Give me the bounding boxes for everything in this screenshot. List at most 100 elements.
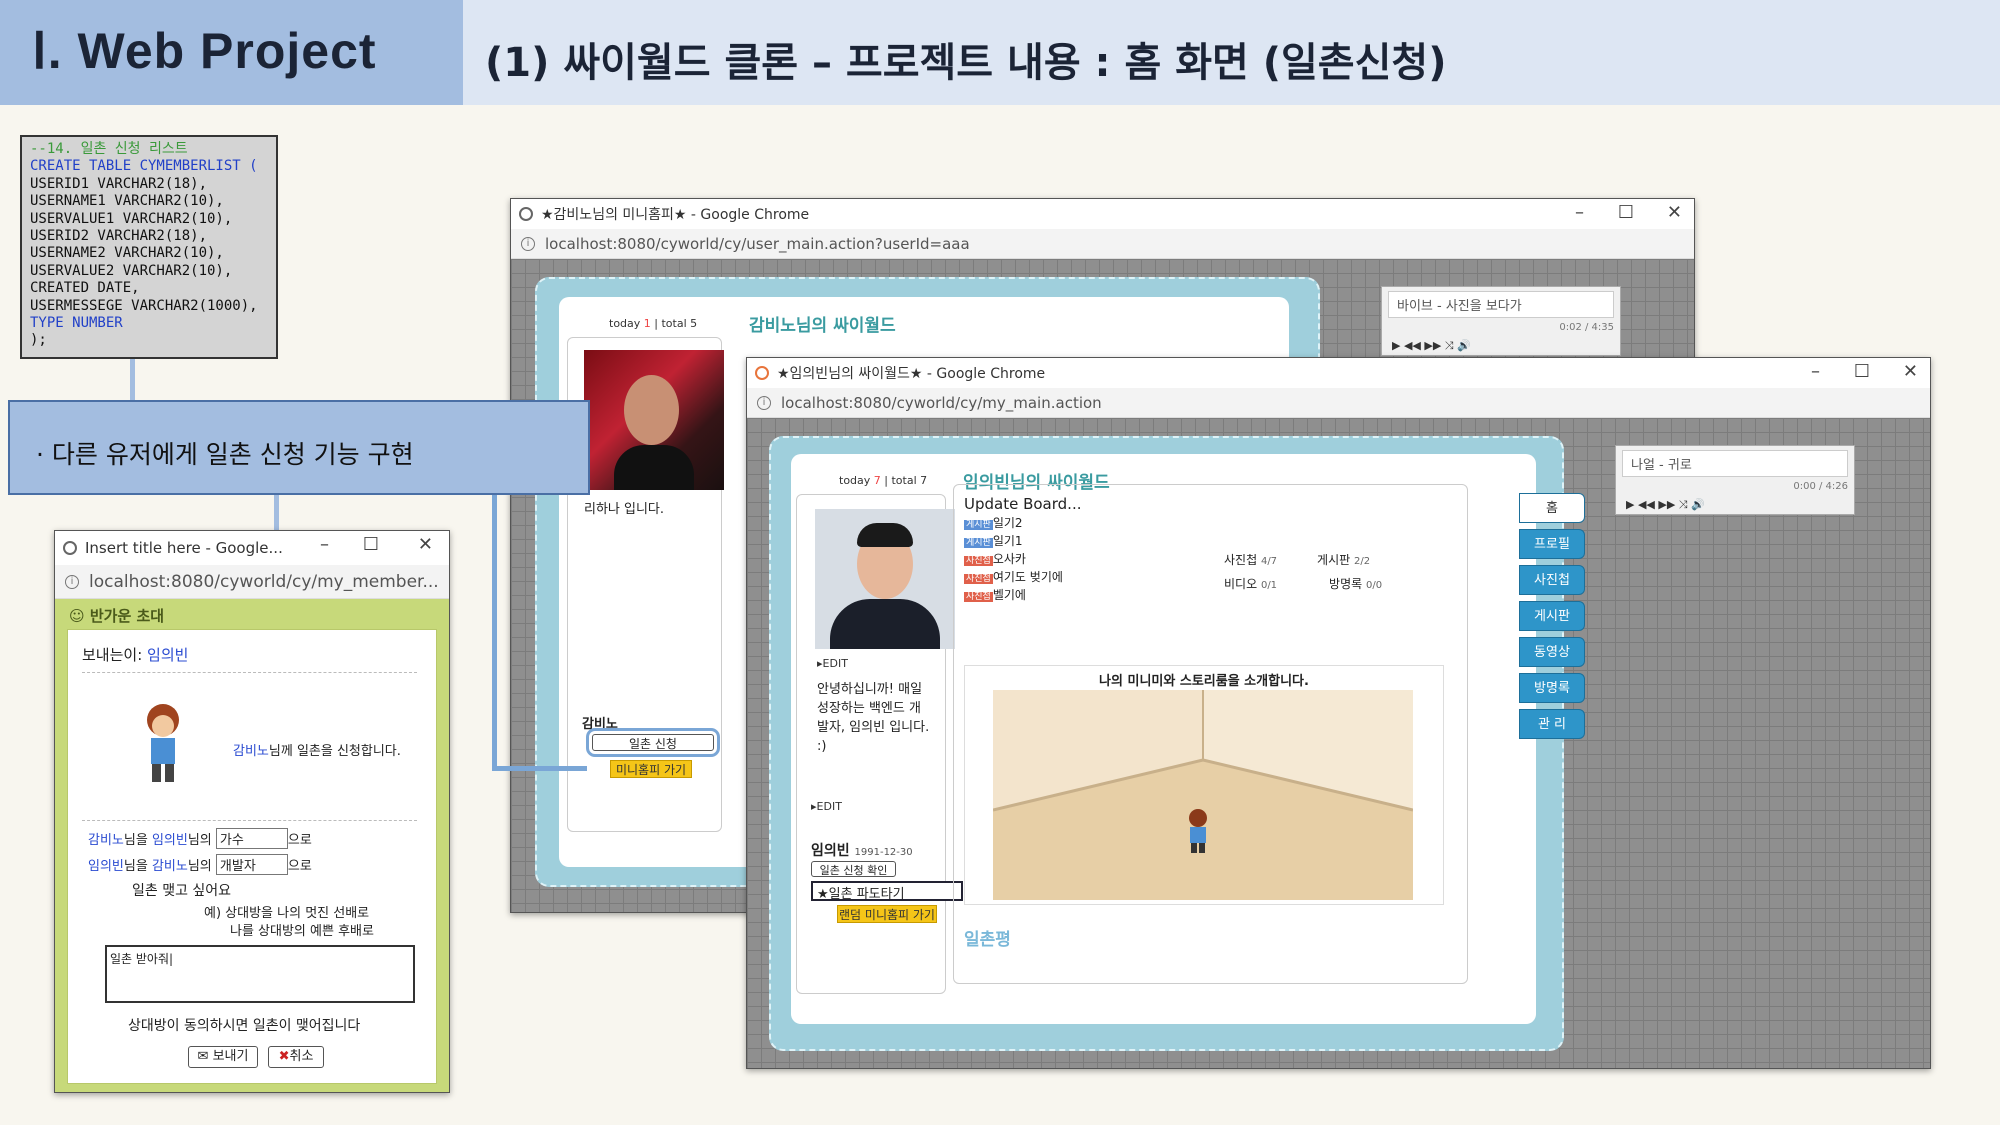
info-icon: i: [65, 574, 79, 589]
want-text: 일촌 맺고 싶어요: [132, 883, 232, 899]
song-time: 0:02 / 4:35: [1559, 322, 1614, 333]
example-line-1: 예) 상대방을 나의 멋진 선배로: [204, 906, 370, 921]
sql-line: USERMESSEGE VARCHAR2(1000),: [30, 297, 258, 314]
stats-grid: 사진첩 4/7 게시판 2/2 비디오 0/1 방명록 0/0: [1224, 553, 1383, 591]
close-button[interactable]: ✕: [418, 534, 433, 555]
minimi-avatar-icon: [147, 704, 179, 782]
profile-photo: [584, 350, 724, 490]
sql-line: USERVALUE2 VARCHAR2(10),: [30, 262, 233, 279]
divider: [82, 672, 417, 673]
relation-input-1[interactable]: 가수: [215, 828, 288, 849]
story-room-box: 나의 미니미와 스토리룸을 소개합니다.: [964, 665, 1444, 905]
ilchon-surf-select[interactable]: ★일촌 파도타기: [811, 881, 963, 902]
maximize-button[interactable]: ☐: [1618, 202, 1634, 223]
info-icon: i: [521, 236, 535, 251]
tab-profile[interactable]: 프로필: [1519, 529, 1585, 559]
music-player: 바이브 - 사진을 보다가 0:02 / 4:35 ▶ ◀◀ ▶▶ ⤨ 🔊: [1381, 286, 1621, 356]
miniroom-image: [993, 690, 1413, 900]
sql-line: USERID2 VARCHAR2(18),: [30, 228, 208, 245]
window-title: ★임의빈님의 싸이월드★ - Google Chrome: [777, 366, 1046, 382]
address-bar[interactable]: i localhost:8080/cyworld/cy/my_member...: [55, 565, 449, 599]
callout-pointer: [492, 766, 587, 771]
callout-text: · 다른 유저에게 일촌 신청 기능 구현: [36, 440, 414, 469]
relation-row-2: 임의빈님을 감비노님의 개발자 으로: [88, 854, 312, 875]
minihompy-go-button[interactable]: 미니홈피 가기: [610, 760, 692, 778]
tab-board[interactable]: 게시판: [1519, 601, 1585, 631]
profile-face: [624, 375, 679, 445]
url-text: localhost:8080/cyworld/cy/user_main.acti…: [545, 234, 970, 253]
info-icon: i: [757, 395, 771, 410]
connector-line: [130, 359, 135, 402]
cancel-button[interactable]: ✖취소: [268, 1046, 324, 1068]
profile-name: 감비노: [582, 717, 618, 732]
profile-name: 임의빈 1991-12-30: [811, 843, 913, 859]
list-item[interactable]: 사진첩 여기도 벚기에: [964, 569, 1063, 587]
tab-guestbook[interactable]: 방명록: [1519, 673, 1585, 703]
song-title: 바이브 - 사진을 보다가: [1388, 291, 1614, 318]
sql-code-box: --14. 일촌 신청 리스트 CREATE TABLE CYMEMBERLIS…: [20, 135, 278, 359]
example-line-2: 나를 상대방의 예쁜 후배로: [230, 924, 374, 939]
sender-line: 보내는이: 임의빈: [82, 646, 189, 664]
sql-line: USERID1 VARCHAR2(18),: [30, 175, 208, 192]
list-item[interactable]: 사진첩 오사카: [964, 551, 1063, 569]
chrome-icon: [63, 541, 77, 555]
visit-counter: today 7 | total 7: [839, 474, 928, 487]
send-button[interactable]: ✉ 보내기: [188, 1046, 258, 1068]
random-minihompy-button[interactable]: 랜덤 미니홈피 가기: [837, 905, 937, 923]
visit-counter: today 1 | total 5: [609, 317, 698, 330]
minihompy-inner: today 7 | total 7 임의빈님의 싸이월드 ▸EDIT 안녕하십니…: [791, 454, 1536, 1024]
message-textarea[interactable]: 일촌 받아줘|: [105, 945, 415, 1003]
window-title: Insert title here - Google...: [85, 539, 283, 557]
ilchon-request-button[interactable]: 일촌 신청: [586, 728, 720, 757]
minimize-button[interactable]: –: [320, 534, 329, 555]
list-item[interactable]: 게시판 일기1: [964, 533, 1063, 551]
minihompy-frame: today 7 | total 7 임의빈님의 싸이월드 ▸EDIT 안녕하십니…: [769, 436, 1564, 1051]
connector-line: [274, 495, 279, 533]
list-item[interactable]: 사진첩 벨기에: [964, 587, 1063, 605]
update-board-title: Update Board...: [964, 495, 1082, 513]
tab-manage[interactable]: 관 리: [1519, 709, 1585, 739]
minimize-button[interactable]: –: [1811, 361, 1820, 382]
ilchon-check-button[interactable]: 일촌 신청 확인: [811, 861, 896, 877]
window-titlebar: ★임의빈님의 싸이월드★ - Google Chrome – ☐ ✕: [747, 358, 1930, 388]
callout-box: · 다른 유저에게 일촌 신청 기능 구현: [8, 400, 590, 495]
menu-tabs: 홈 프로필 사진첩 게시판 동영상 방명록 관 리: [1519, 493, 1585, 739]
content-box: Update Board... 게시판 일기2 게시판 일기1 사진첩 오사카 사진첩…: [953, 484, 1468, 984]
slide-header: (1) 싸이월드 클론 – 프로젝트 내용 : 홈 화면 (일촌신청): [463, 0, 2000, 105]
cyworld-favicon: [755, 366, 769, 380]
minimize-button[interactable]: –: [1575, 202, 1584, 223]
story-title: 나의 미니미와 스토리룸을 소개합니다.: [1099, 674, 1309, 689]
miniroom-svg: [993, 690, 1413, 900]
address-bar[interactable]: i localhost:8080/cyworld/cy/my_main.actio…: [747, 388, 1930, 418]
tab-video[interactable]: 동영상: [1519, 637, 1585, 667]
url-text: localhost:8080/cyworld/cy/my_main.action: [781, 393, 1102, 412]
relation-input-2[interactable]: 개발자: [215, 854, 288, 875]
tab-photo[interactable]: 사진첩: [1519, 565, 1585, 595]
maximize-button[interactable]: ☐: [363, 534, 379, 555]
callout-pointer: [492, 495, 497, 770]
song-time: 0:00 / 4:26: [1793, 481, 1848, 492]
profile-intro: 리하나 입니다.: [584, 502, 665, 517]
list-item[interactable]: 게시판 일기2: [964, 515, 1063, 533]
address-bar[interactable]: i localhost:8080/cyworld/cy/user_main.act…: [511, 229, 1694, 259]
chrome-icon: [519, 207, 533, 221]
maximize-button[interactable]: ☐: [1854, 361, 1870, 382]
player-controls[interactable]: ▶ ◀◀ ▶▶ ⤨ 🔊: [1392, 339, 1471, 353]
player-controls[interactable]: ▶ ◀◀ ▶▶ ⤨ 🔊: [1626, 498, 1705, 512]
tab-home[interactable]: 홈: [1519, 493, 1585, 523]
profile-suit: [830, 599, 940, 649]
popup-body: ☺ 반가운 초대 보내는이: 임의빈 감비노님께 일촌을 신청합니다. 감비노님…: [55, 599, 449, 1092]
update-list: 게시판 일기2 게시판 일기1 사진첩 오사카 사진첩 여기도 벚기에 사진첩 벨기에: [964, 515, 1063, 605]
profile-photo: [815, 509, 955, 649]
divider: [82, 820, 417, 821]
chrome-window-imuibin: ★임의빈님의 싸이월드★ - Google Chrome – ☐ ✕ i loca…: [746, 357, 1931, 1069]
edit-link[interactable]: ▸EDIT: [817, 657, 848, 670]
edit-link[interactable]: ▸EDIT: [811, 800, 842, 813]
close-button[interactable]: ✕: [1903, 361, 1918, 382]
home-title: 감비노님의 싸이월드: [749, 316, 896, 336]
close-button[interactable]: ✕: [1667, 202, 1682, 223]
sql-line: TYPE NUMBER: [30, 315, 123, 332]
profile-box: ▸EDIT 안녕하십니까! 매일 성장하는 백엔드 개발자, 임의빈 입니다. …: [796, 494, 963, 994]
invite-card: 보내는이: 임의빈 감비노님께 일촌을 신청합니다. 감비노님을 임의빈님의 가…: [67, 629, 437, 1084]
consent-note: 상대방이 동의하시면 일촌이 맺어집니다: [128, 1018, 361, 1034]
